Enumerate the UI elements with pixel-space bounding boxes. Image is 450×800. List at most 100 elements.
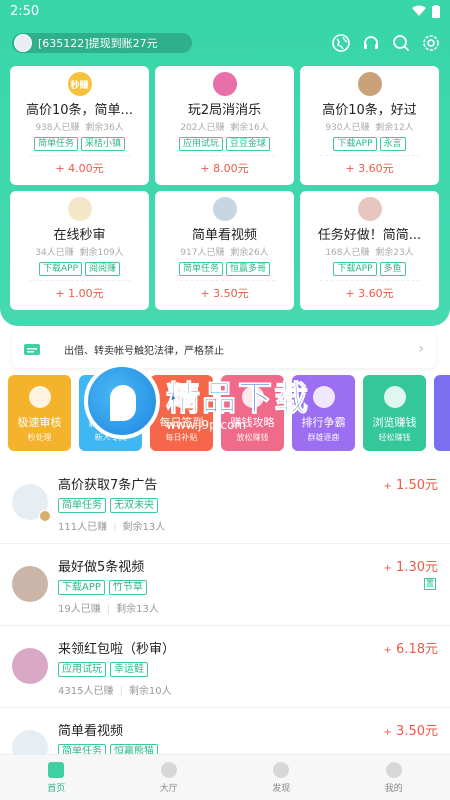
task-tag: 采桔小镇 [81,137,126,151]
tab-hall[interactable]: 大厅 [113,755,226,800]
task-meta: 34人已赚 剩余109人 [35,248,124,258]
announcement-text: 出借、转卖帐号触犯法律，严格禁止 [64,345,224,357]
feature-guide[interactable]: 赚钱攻略 放松赚钱 [221,375,284,451]
feature-sub: 每日补贴 [165,433,198,442]
feature-label: 赚钱攻略 [230,416,275,429]
task-price: + 3.60元 [345,287,394,300]
featured-task-card[interactable]: 秒赚 高价10条，简单... 938人已赚 剩余36人 简单任务 采桔小镇 + 4… [10,66,149,185]
wifi-icon [412,5,426,16]
user-icon [28,386,51,408]
feature-label: 排行争霸 [301,416,346,429]
task-tag: 豆豆金球 [226,137,271,151]
avatar [12,566,48,602]
task-tag: 永言 [379,137,406,151]
feature-sub: 秒处理 [27,433,52,442]
announcement-bar[interactable]: 出借、转卖帐号触犯法律，严格禁止 › [12,330,436,368]
featured-task-card[interactable]: 在线秒审 34人已赚 剩余109人 下载APP 阅阅赚 + 1.00元 [10,191,149,310]
task-row[interactable]: 最好做5条视频 下载APP 竹节草 19人已赚 | 剩余13人 + 1.30元 置 [0,544,450,626]
task-title: 高价获取7条广告 [58,478,158,493]
calendar-icon [170,386,193,408]
card-divider [174,280,275,281]
task-row[interactable]: 高价获取7条广告 简单任务 无双未央 111人已赚 | 剩余13人 + 1.50元 [0,462,450,544]
featured-task-grid: 秒赚 高价10条，简单... 938人已赚 剩余36人 简单任务 采桔小镇 + 4… [10,66,440,310]
feature-newbie[interactable]: 新手福利 新人专属 [79,375,142,451]
featured-task-card[interactable]: 任务好做！简简... 168人已赚 剩余23人 下载APP 多鱼 + 3.60元 [300,191,439,310]
card-divider [29,280,130,281]
notice-avatar [14,34,32,52]
featured-task-card[interactable]: 玩2局消消乐 202人已赚 剩余16人 应用试玩 豆豆金球 + 8.00元 [155,66,294,185]
task-meta: 168人已赚 剩余23人 [325,248,414,258]
feature-fast-review[interactable]: 极速审核 秒处理 [8,375,71,451]
feature-label: 极速审核 [17,416,62,429]
tab-discover[interactable]: 发现 [225,755,338,800]
task-meta: 938人已赚 剩余36人 [35,123,124,133]
task-price: + 1.00元 [55,287,104,300]
tab-profile[interactable]: 我的 [338,755,450,800]
task-tag: 下载APP [333,262,377,276]
gift-icon [99,386,122,408]
task-title: 高价10条，简单... [26,103,133,118]
task-price: + 1.50元 [383,478,438,493]
tab-label: 首页 [47,783,66,794]
bottom-tab-bar: 首页 大厅 发现 我的 [0,754,450,800]
battery-icon [432,4,440,18]
home-icon [48,761,65,778]
task-meta: 4315人已赚 | 剩余10人 [58,686,172,697]
headset-icon[interactable] [362,34,380,52]
featured-task-card[interactable]: 高价10条，好过 930人已赚 剩余12人 下载APP 永言 + 3.60元 [300,66,439,185]
task-logo [357,72,382,96]
tab-label: 大厅 [159,783,178,794]
task-tag: 应用试玩 [58,662,106,677]
task-title: 任务好做！简简... [317,228,422,243]
task-tag: 简单任务 [178,262,223,276]
task-tag: 下载APP [38,262,82,276]
task-meta: 111人已赚 | 剩余13人 [58,522,166,533]
feature-ranking[interactable]: 排行争霸 群雄逐鹿 [292,375,355,451]
book-icon [241,386,264,408]
avatar [12,648,48,684]
task-meta: 917人已赚 剩余26人 [180,248,269,258]
feature-browse[interactable]: 浏览赚钱 轻松赚钱 [363,375,426,451]
card-divider [319,155,420,156]
task-tag: 恒赢多哥 [226,262,271,276]
task-price: + 3.50元 [383,724,438,739]
task-meta: 930人已赚 剩余12人 [325,123,414,133]
feature-sub: 轻松赚钱 [378,433,411,442]
task-price: + 8.00元 [200,162,249,175]
status-time: 2:50 [10,3,40,19]
feature-sub: 放松赚钱 [236,433,269,442]
chevron-right-icon: › [418,341,424,357]
piggy-bank-icon [383,386,406,408]
task-tag: 阅阅赚 [85,262,121,276]
settings-icon[interactable] [422,34,440,52]
task-list: 高价获取7条广告 简单任务 无双未央 111人已赚 | 剩余13人 + 1.50元 最… [0,462,450,790]
search-icon[interactable] [392,34,410,52]
task-meta: 202人已赚 剩余16人 [180,123,269,133]
megaphone-icon [24,344,40,355]
task-meta: 19人已赚 | 剩余13人 [58,604,159,615]
feature-more[interactable] [434,375,450,451]
withdraw-notice[interactable]: [635122]提现到账27元 [12,33,192,53]
feature-sub: 新人专属 [94,433,127,442]
feature-checkin[interactable]: 每日签到 每日补贴 [150,375,213,451]
tab-label: 我的 [384,783,403,794]
task-tag: 下载APP [333,137,377,151]
task-tag: 竹节草 [108,580,147,595]
task-logo [212,197,237,221]
task-row[interactable]: 来领红包啦（秒审） 应用试玩 幸运鲑 4315人已赚 | 剩余10人 + 6.18元 [0,626,450,708]
task-tag: 多鱼 [379,262,406,276]
task-title: 来领红包啦（秒审） [58,642,176,657]
task-logo [67,197,92,221]
task-title: 玩2局消消乐 [187,103,262,118]
task-price: + 3.50元 [200,287,249,300]
task-price: + 3.60元 [345,162,394,175]
trophy-icon [312,386,335,408]
task-tag: 简单任务 [58,498,106,513]
task-title: 在线秒审 [53,228,106,243]
tab-home[interactable]: 首页 [0,755,113,800]
avatar [12,484,51,522]
featured-task-card[interactable]: 简单看视频 917人已赚 剩余26人 简单任务 恒赢多哥 + 3.50元 [155,191,294,310]
verified-badge-icon [39,510,51,522]
globe-icon[interactable] [332,34,350,52]
task-price: + 6.18元 [383,642,438,657]
